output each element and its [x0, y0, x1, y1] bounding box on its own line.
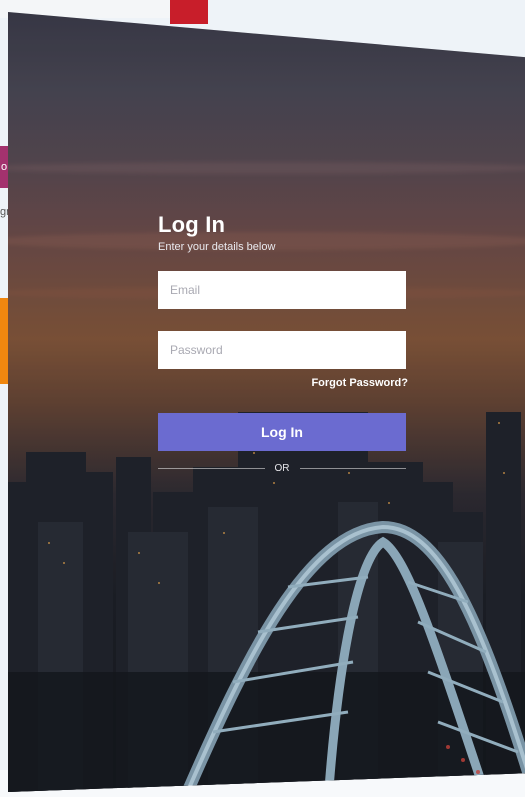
- page-subtitle: Enter your details below: [158, 241, 276, 253]
- or-label: OR: [274, 463, 290, 474]
- login-button[interactable]: Log In: [158, 413, 406, 451]
- page-title: Log In: [158, 212, 226, 237]
- password-field[interactable]: [158, 331, 406, 369]
- divider-line: [299, 468, 406, 469]
- or-divider: OR: [158, 463, 406, 474]
- divider-line: [158, 468, 265, 469]
- background-red-block: [170, 0, 208, 24]
- email-field[interactable]: [158, 271, 406, 309]
- forgot-password-link[interactable]: Forgot Password?: [158, 377, 408, 389]
- login-form: Log In Enter your details below Forgot P…: [158, 212, 408, 474]
- login-screen: Log In Enter your details below Forgot P…: [8, 12, 525, 792]
